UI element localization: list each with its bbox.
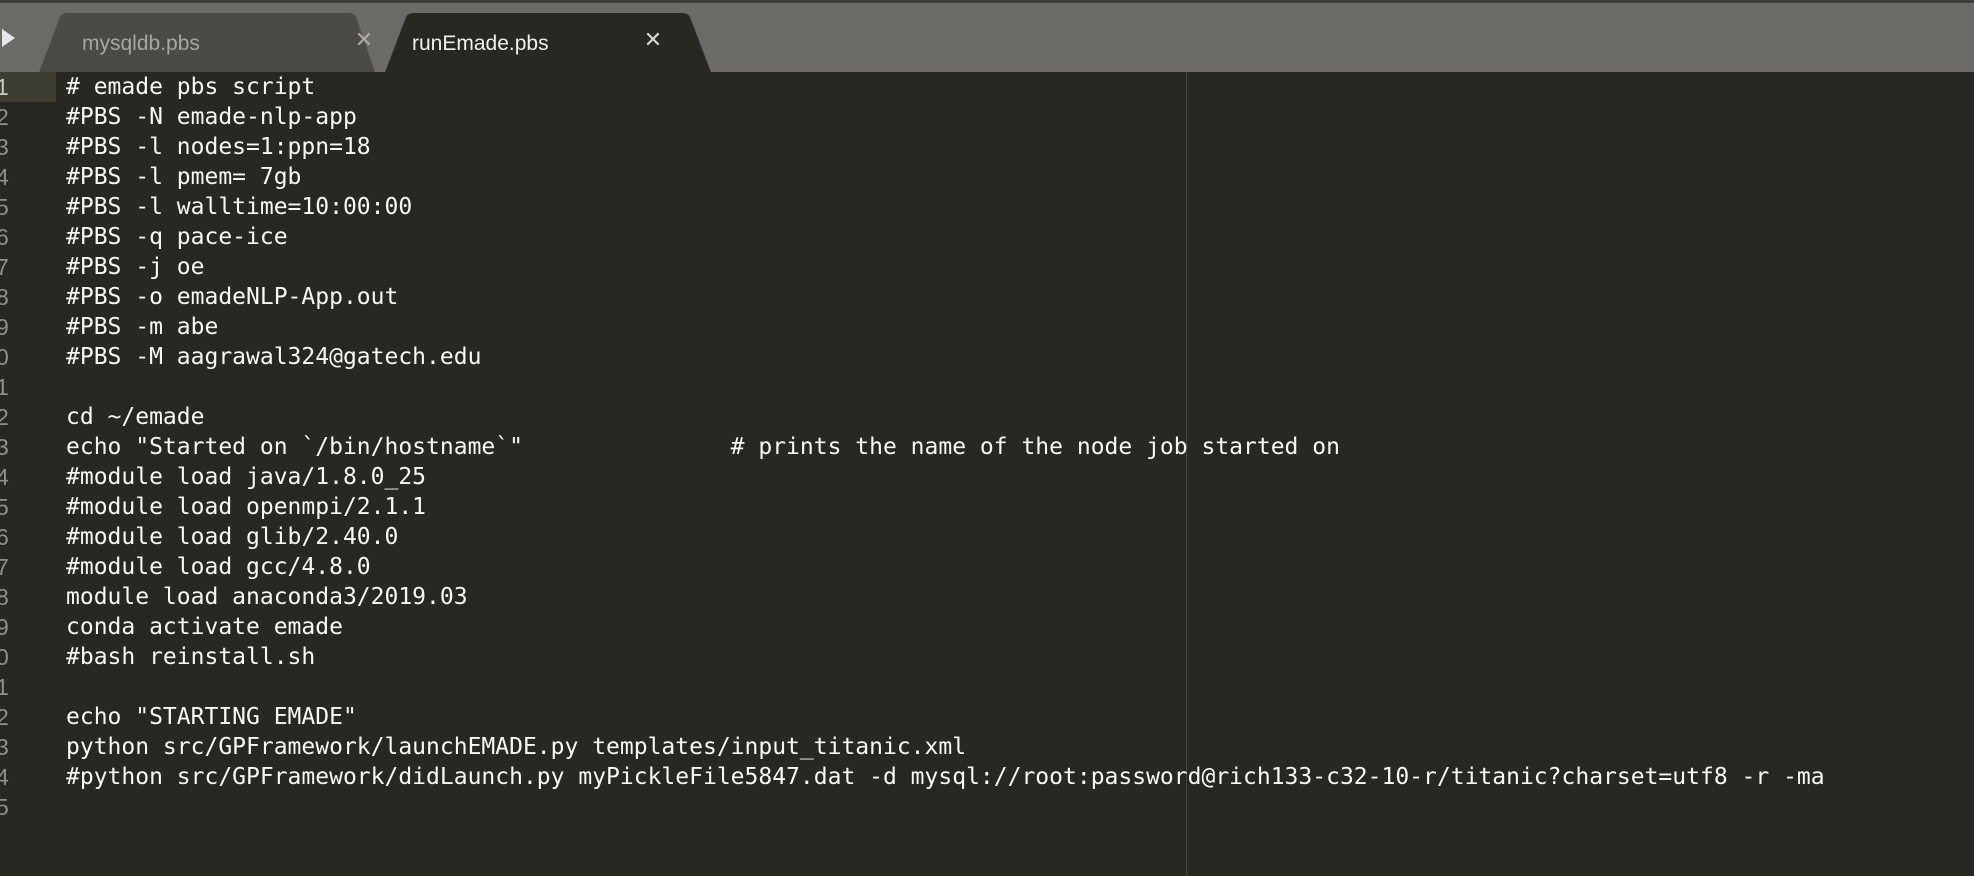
code-line[interactable]: #module load glib/2.40.0: [66, 522, 398, 552]
code-line[interactable]: #PBS -M aagrawal324@gatech.edu: [66, 342, 481, 372]
line-number: 1: [0, 374, 9, 400]
line-number: 7: [0, 554, 9, 580]
code-line[interactable]: #module load java/1.8.0_25: [66, 462, 426, 492]
line-number: 1: [0, 674, 9, 700]
code-line[interactable]: cd ~/emade: [66, 402, 204, 432]
line-number-gutter: 1 2 3 4 5 6 7 8 9 0 1 2 3 4 5 6 7 8 9 0 1 2 3 4 5: [0, 72, 56, 876]
line-number: 0: [0, 644, 9, 670]
line-number: 5: [0, 194, 9, 220]
code-line[interactable]: #bash reinstall.sh: [66, 642, 315, 672]
tab-label: runEmade.pbs: [412, 32, 549, 55]
code-line[interactable]: #PBS -l nodes=1:ppn=18: [66, 132, 371, 162]
line-number: 2: [0, 404, 9, 430]
code-line[interactable]: echo "Started on `/bin/hostname`" # prin…: [66, 432, 1340, 462]
line-number: 0: [0, 344, 9, 370]
line-number: 4: [0, 164, 9, 190]
line-number: 2: [0, 104, 9, 130]
code-line[interactable]: #module load gcc/4.8.0: [66, 552, 371, 582]
code-line[interactable]: #PBS -N emade-nlp-app: [66, 102, 357, 132]
code-line[interactable]: python src/GPFramework/launchEMADE.py te…: [66, 732, 966, 762]
code-line[interactable]: #PBS -q pace-ice: [66, 222, 288, 252]
code-line[interactable]: # emade pbs script: [66, 72, 315, 102]
editor-window: mysqldb.pbs ✕ runEmade.pbs ✕ 12345678901…: [0, 0, 1974, 876]
line-number: 1: [0, 74, 9, 100]
line-number: 6: [0, 524, 9, 550]
line-number: 5: [0, 494, 9, 520]
line-number: 3: [0, 434, 9, 460]
tab-label: mysqldb.pbs: [82, 32, 200, 55]
tab-bar: mysqldb.pbs ✕ runEmade.pbs ✕: [0, 0, 1974, 75]
tab-runemade[interactable]: runEmade.pbs ✕: [384, 13, 712, 75]
line-number: 2: [0, 704, 9, 730]
code-line[interactable]: #PBS -j oe: [66, 252, 204, 282]
line-number: 9: [0, 314, 9, 340]
code-line[interactable]: #PBS -l pmem= 7gb: [66, 162, 301, 192]
line-number: 4: [0, 764, 9, 790]
code-line[interactable]: conda activate emade: [66, 612, 343, 642]
code-editor[interactable]: 1 2 3 4 5 6 7 8 9 0 1 2 3 4 5 6 7 8 9 0 1 2 3 4 5 # emade pbs sc…: [0, 72, 1974, 876]
sidebar-toggle-icon[interactable]: [2, 29, 15, 47]
line-number: 6: [0, 224, 9, 250]
line-number: 3: [0, 734, 9, 760]
close-icon[interactable]: ✕: [642, 30, 664, 52]
line-number: 4: [0, 464, 9, 490]
code-line[interactable]: #module load openmpi/2.1.1: [66, 492, 426, 522]
code-line[interactable]: #python src/GPFramework/didLaunch.py myP…: [66, 762, 1825, 792]
code-line[interactable]: module load anaconda3/2019.03: [66, 582, 468, 612]
code-line[interactable]: echo "STARTING EMADE": [66, 702, 357, 732]
column-ruler: [1186, 72, 1187, 876]
line-number: 3: [0, 134, 9, 160]
code-line[interactable]: #PBS -l walltime=10:00:00: [66, 192, 412, 222]
line-number: 5: [0, 794, 9, 820]
line-number: 7: [0, 254, 9, 280]
close-icon[interactable]: ✕: [353, 30, 375, 52]
line-number: 8: [0, 584, 9, 610]
code-line[interactable]: #PBS -m abe: [66, 312, 218, 342]
line-number: 8: [0, 284, 9, 310]
tab-mysqldb[interactable]: mysqldb.pbs ✕: [38, 13, 376, 75]
code-line[interactable]: #PBS -o emadeNLP-App.out: [66, 282, 398, 312]
line-number: 9: [0, 614, 9, 640]
